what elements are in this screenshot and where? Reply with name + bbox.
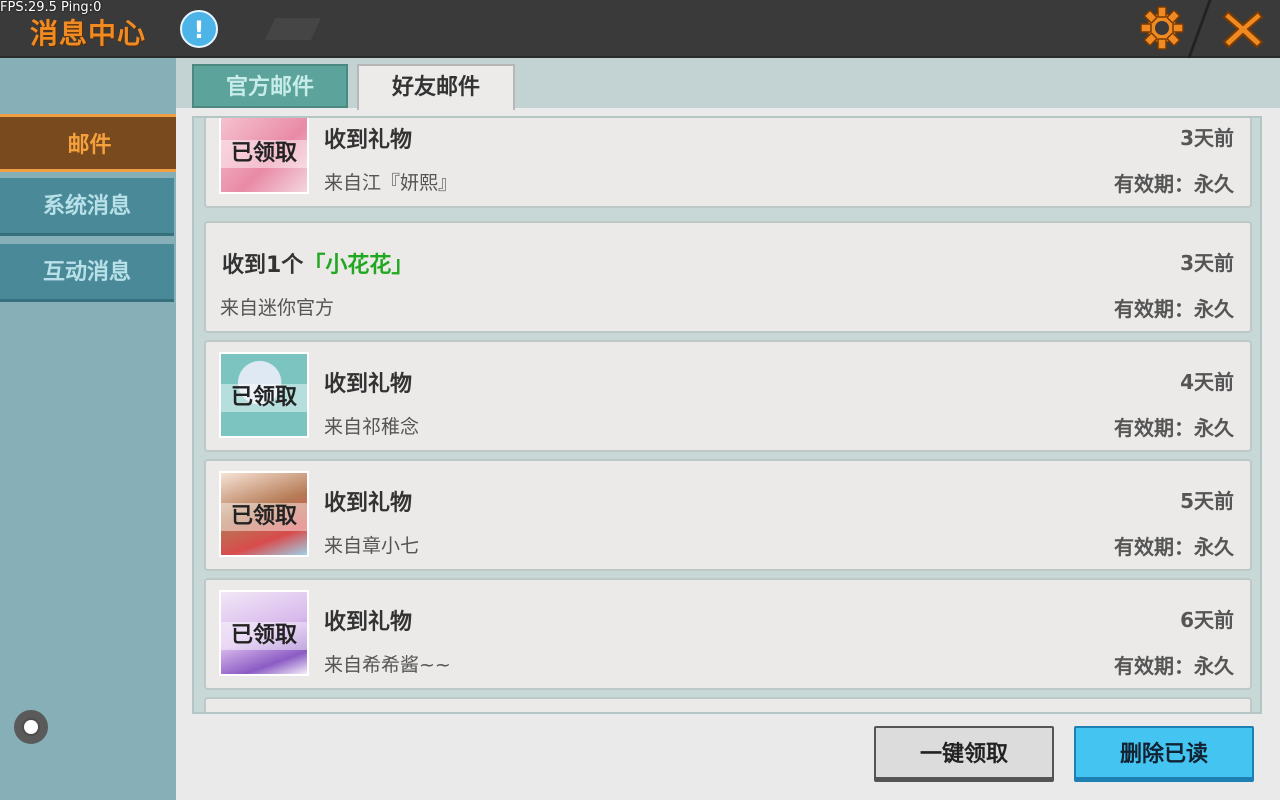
gear-icon[interactable] [1138, 4, 1186, 52]
mail-sender: 来自章小七 [324, 535, 420, 557]
gift-thumbnail: 已领取 [219, 352, 309, 438]
header-divider [1187, 0, 1212, 58]
page-title: 消息中心 [30, 17, 147, 50]
floating-radio-button[interactable] [14, 710, 48, 744]
mail-list[interactable]: 已领取 收到礼物 来自江『妍熙』 3天前 有效期：永久 收到1个「小花花」 来自… [192, 116, 1262, 714]
gift-thumbnail: 已领取 [219, 118, 309, 194]
info-icon[interactable]: ! [180, 10, 218, 48]
mail-title: 收到礼物 [324, 372, 413, 397]
mail-validity: 有效期：永久 [1114, 535, 1234, 559]
mail-time: 4天前 [1180, 370, 1234, 394]
mail-item[interactable]: 已领取 收到礼物 来自希希酱~~ 6天前 有效期：永久 [204, 578, 1252, 690]
sidebar-item-mail[interactable]: 邮件 [0, 114, 182, 172]
tab-bar: 官方邮件 好友邮件 [176, 58, 1280, 110]
tab-friend-mail[interactable]: 好友邮件 [357, 64, 515, 110]
main-panel: 官方邮件 好友邮件 已领取 收到礼物 来自江『妍熙』 3天前 有效期：永久 收到… [176, 58, 1280, 800]
mail-validity: 有效期：永久 [1114, 654, 1234, 678]
mail-item[interactable]: 已领取 收到礼物 来自祁稚念 4天前 有效期：永久 [204, 340, 1252, 452]
claimed-badge: 已领取 [221, 622, 307, 650]
sidebar: 邮件 系统消息 互动消息 [0, 58, 182, 800]
mail-title: 收到礼物 [324, 610, 413, 635]
mail-validity: 有效期：永久 [1114, 416, 1234, 440]
mail-item[interactable]: 已领取 收到礼物 来自江『妍熙』 3天前 有效期：永久 [204, 118, 1252, 208]
claimed-badge: 已领取 [221, 140, 307, 168]
mail-validity: 有效期：永久 [1114, 297, 1234, 321]
fps-readout: FPS:29.5 Ping:0 [0, 0, 102, 15]
close-icon[interactable] [1220, 6, 1266, 52]
claim-all-button[interactable]: 一键领取 [874, 726, 1054, 782]
mail-title: 收到礼物 [324, 491, 413, 516]
top-bar: 消息中心 ! [0, 0, 1280, 58]
mail-title: 收到1个「小花花」 [222, 247, 413, 279]
mail-time: 3天前 [1180, 251, 1234, 275]
mail-time: 5天前 [1180, 489, 1234, 513]
mail-sender: 来自祁稚念 [324, 416, 420, 438]
mail-title-prefix: 收到1个 [222, 253, 304, 278]
gift-thumbnail: 已领取 [219, 590, 309, 676]
tab-official-mail[interactable]: 官方邮件 [192, 64, 348, 108]
claimed-badge: 已领取 [221, 384, 307, 412]
mail-time: 3天前 [1180, 126, 1234, 150]
gift-thumbnail: 已领取 [219, 471, 309, 557]
mail-sender: 来自迷你官方 [220, 297, 335, 319]
delete-read-button[interactable]: 删除已读 [1074, 726, 1254, 782]
mail-sender: 来自希希酱~~ [324, 654, 451, 676]
header-decoration [264, 18, 322, 40]
claimed-badge: 已领取 [221, 503, 307, 531]
mail-item[interactable] [204, 697, 1252, 712]
mail-title: 收到礼物 [324, 128, 413, 153]
mail-item[interactable]: 已领取 收到礼物 来自章小七 5天前 有效期：永久 [204, 459, 1252, 571]
mail-validity: 有效期：永久 [1114, 172, 1234, 196]
mail-time: 6天前 [1180, 608, 1234, 632]
sidebar-item-system-messages[interactable]: 系统消息 [0, 178, 174, 236]
sidebar-item-interaction-messages[interactable]: 互动消息 [0, 244, 174, 302]
mail-title-item: 「小花花」 [303, 253, 414, 278]
mail-item[interactable]: 收到1个「小花花」 来自迷你官方 3天前 有效期：永久 [204, 221, 1252, 333]
mail-sender: 来自江『妍熙』 [324, 172, 458, 194]
